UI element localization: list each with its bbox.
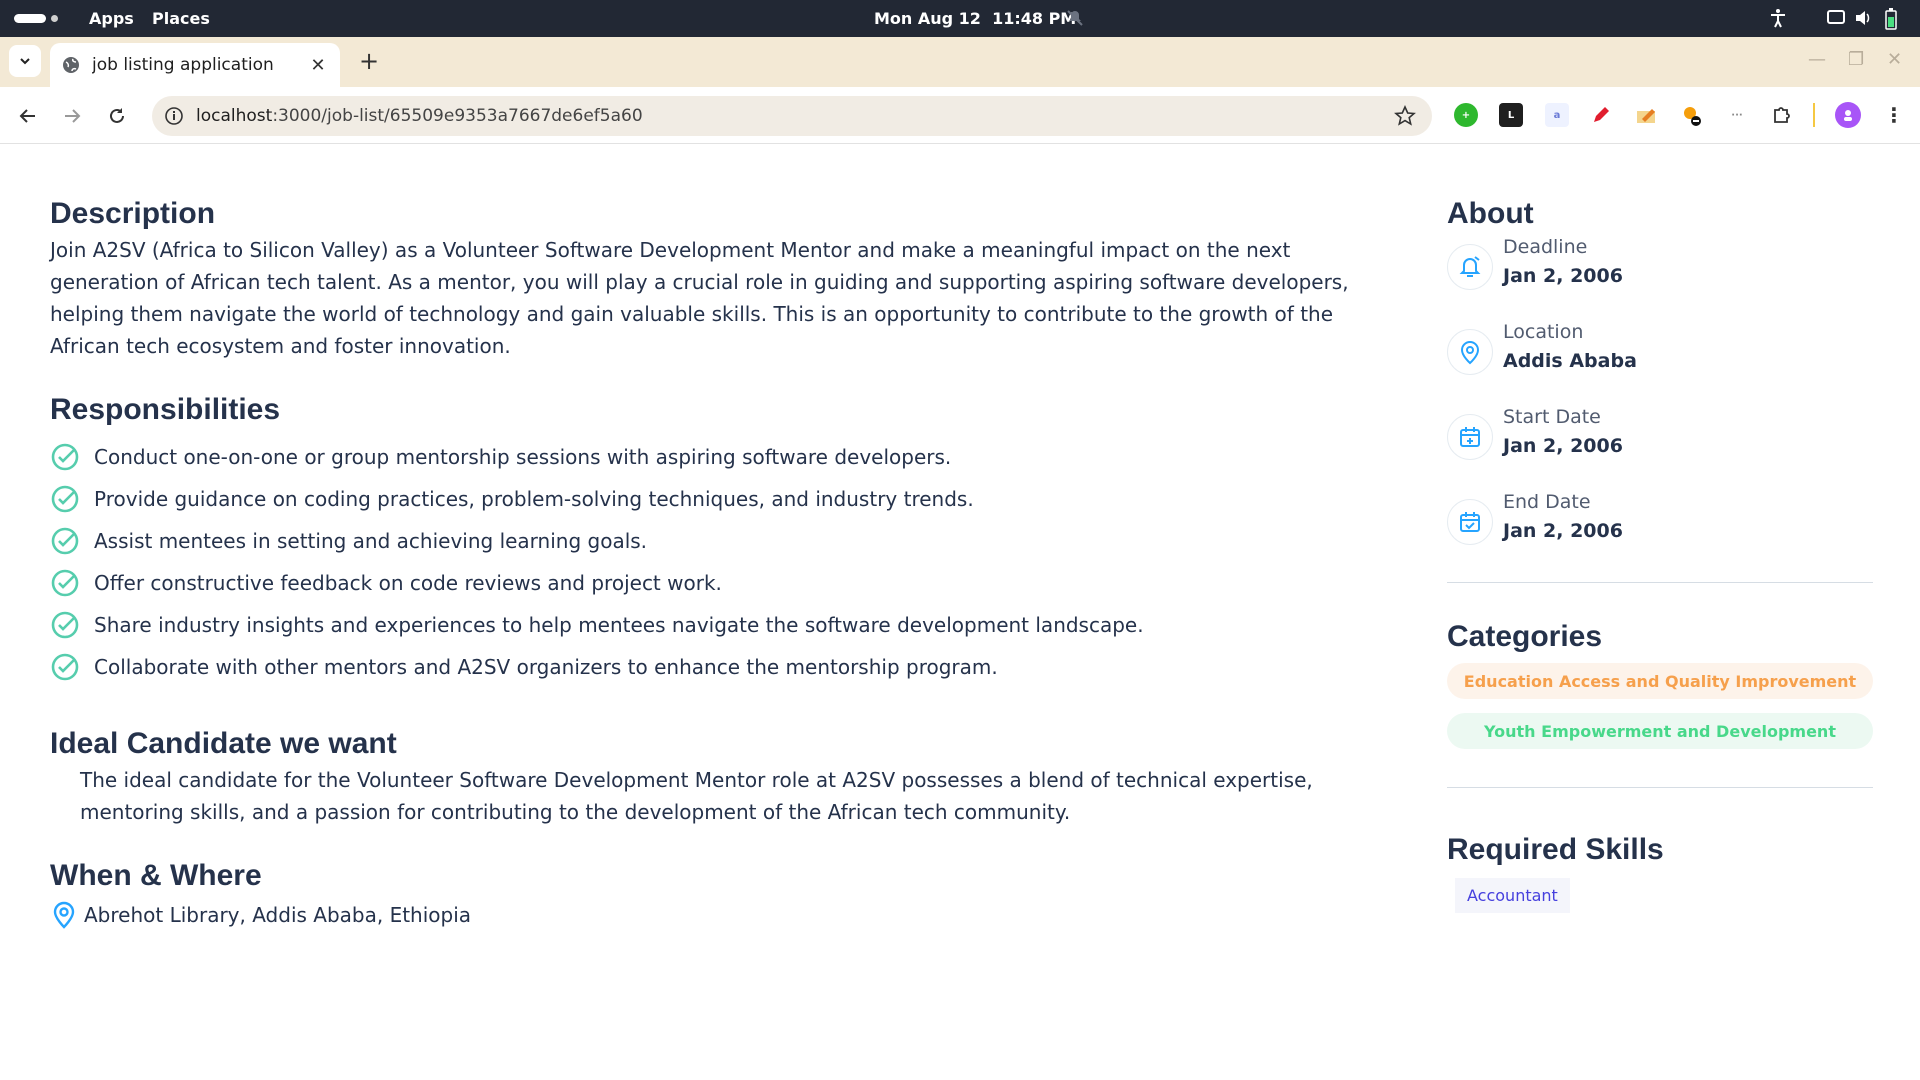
list-item: Provide guidance on coding practices, pr…	[50, 478, 1390, 520]
category-badge: Education Access and Quality Improvement	[1447, 663, 1873, 699]
ideal-candidate-text: The ideal candidate for the Volunteer So…	[80, 768, 1313, 824]
screen-icon[interactable]	[1826, 8, 1846, 28]
about-value: Jan 2, 2006	[1503, 520, 1623, 542]
list-item: Offer constructive feedback on code revi…	[50, 562, 1390, 604]
check-circle-icon	[51, 527, 79, 555]
arrow-left-icon	[19, 109, 35, 123]
about-end-date: End Date Jan 2, 2006	[1447, 489, 1873, 574]
system-top-bar: Apps Places Mon Aug 12 11:48 PM	[0, 0, 1920, 37]
places-menu[interactable]: Places	[152, 0, 210, 37]
skills-list: Accountant	[1447, 878, 1873, 913]
menu-kebab-icon[interactable]: ⋮	[1882, 103, 1906, 127]
job-detail-main: Description Join A2SV (Africa to Silicon…	[50, 194, 1390, 930]
section-divider	[1447, 787, 1873, 788]
extension-grey-icon[interactable]: ···	[1725, 103, 1749, 127]
list-item: Collaborate with other mentors and A2SV …	[50, 646, 1390, 688]
location-pin-icon	[1460, 340, 1480, 365]
event-location-text: Abrehot Library, Addis Ababa, Ethiopia	[84, 903, 472, 927]
event-location: Abrehot Library, Addis Ababa, Ethiopia	[50, 900, 1390, 930]
browser-tab-strip: job listing application ✕ + — ❐ ✕	[0, 37, 1920, 87]
about-heading: About	[1447, 197, 1534, 230]
minimize-icon[interactable]: —	[1808, 49, 1826, 70]
description-text: Join A2SV (Africa to Silicon Valley) as …	[50, 238, 1349, 358]
about-label: End Date	[1503, 491, 1591, 513]
calendar-check-icon	[1460, 512, 1480, 532]
notifications-muted-icon	[1067, 10, 1083, 26]
toolbar-divider	[1813, 103, 1815, 127]
tab-title: job listing application	[92, 55, 274, 75]
volume-icon[interactable]	[1853, 8, 1873, 28]
job-detail-sidebar: About Deadline Jan 2, 2006 Location Addi…	[1447, 194, 1873, 913]
globe-icon	[63, 57, 79, 73]
battery-icon[interactable]	[1884, 8, 1898, 30]
close-tab-icon[interactable]: ✕	[308, 55, 328, 76]
about-start-date: Start Date Jan 2, 2006	[1447, 404, 1873, 489]
about-value: Jan 2, 2006	[1503, 265, 1623, 287]
about-value: Jan 2, 2006	[1503, 435, 1623, 457]
list-item: Conduct one-on-one or group mentorship s…	[50, 436, 1390, 478]
description-section: Description Join A2SV (Africa to Silicon…	[50, 194, 1390, 362]
forward-button[interactable]	[57, 101, 87, 131]
tab-search-button[interactable]	[9, 45, 41, 77]
accessibility-icon[interactable]	[1768, 8, 1788, 28]
activities-indicator[interactable]	[14, 14, 58, 23]
extension-bug-icon[interactable]	[1680, 103, 1704, 127]
list-item: Share industry insights and experiences …	[50, 604, 1390, 646]
location-pin-icon	[53, 901, 75, 929]
apps-menu[interactable]: Apps	[89, 0, 134, 37]
back-button[interactable]	[13, 101, 43, 131]
about-label: Start Date	[1503, 406, 1601, 428]
responsibilities-section: Responsibilities Conduct one-on-one or g…	[50, 390, 1390, 688]
calendar-plus-icon	[1460, 427, 1480, 447]
extension-plus-icon[interactable]: +	[1454, 103, 1478, 127]
check-circle-icon	[51, 653, 79, 681]
check-circle-icon	[51, 485, 79, 513]
description-heading: Description	[50, 197, 216, 230]
skill-tag: Accountant	[1455, 878, 1570, 913]
responsibilities-heading: Responsibilities	[50, 393, 281, 426]
close-window-icon[interactable]: ✕	[1887, 49, 1902, 70]
profile-avatar[interactable]	[1835, 102, 1861, 128]
when-where-section: When & Where Abrehot Library, Addis Abab…	[50, 856, 1390, 930]
extension-pen-icon[interactable]	[1589, 103, 1613, 127]
extension-edit-icon[interactable]	[1635, 103, 1659, 127]
clock[interactable]: Mon Aug 12 11:48 PM	[874, 0, 1076, 37]
responsibilities-list: Conduct one-on-one or group mentorship s…	[50, 436, 1390, 688]
alarm-icon	[1459, 256, 1481, 277]
categories-heading: Categories	[1447, 620, 1603, 653]
extension-lh-icon[interactable]: L	[1499, 103, 1523, 127]
list-item: Assist mentees in setting and achieving …	[50, 520, 1390, 562]
ideal-candidate-heading: Ideal Candidate we want	[50, 727, 397, 760]
browser-toolbar: localhost:3000/job-list/65509e9353a7667d…	[0, 87, 1920, 144]
required-skills-heading: Required Skills	[1447, 833, 1664, 866]
section-divider	[1447, 582, 1873, 583]
ideal-candidate-section: Ideal Candidate we want The ideal candid…	[50, 724, 1390, 828]
arrow-right-icon	[65, 109, 81, 123]
reload-icon	[110, 108, 124, 123]
about-label: Location	[1503, 321, 1584, 343]
chevron-down-icon	[20, 58, 30, 65]
new-tab-button[interactable]: +	[354, 47, 384, 77]
check-circle-icon	[51, 569, 79, 597]
check-circle-icon	[51, 443, 79, 471]
check-circle-icon	[51, 611, 79, 639]
when-where-heading: When & Where	[50, 859, 262, 892]
about-location: Location Addis Ababa	[1447, 319, 1873, 404]
restore-icon[interactable]: ❐	[1848, 49, 1864, 70]
bookmark-star-icon[interactable]	[1394, 105, 1416, 127]
extensions-puzzle-icon[interactable]	[1770, 103, 1794, 127]
category-badge: Youth Empowerment and Development	[1447, 713, 1873, 749]
address-bar[interactable]: localhost:3000/job-list/65509e9353a7667d…	[152, 96, 1432, 136]
site-info-icon[interactable]	[164, 106, 184, 126]
tab-job-listing[interactable]: job listing application ✕	[50, 43, 340, 87]
reload-button[interactable]	[102, 101, 132, 131]
about-label: Deadline	[1503, 236, 1588, 258]
url-text: localhost:3000/job-list/65509e9353a7667d…	[196, 106, 643, 126]
about-deadline: Deadline Jan 2, 2006	[1447, 234, 1873, 319]
about-value: Addis Ababa	[1503, 350, 1637, 372]
extension-a2sv-icon[interactable]: a	[1545, 103, 1569, 127]
